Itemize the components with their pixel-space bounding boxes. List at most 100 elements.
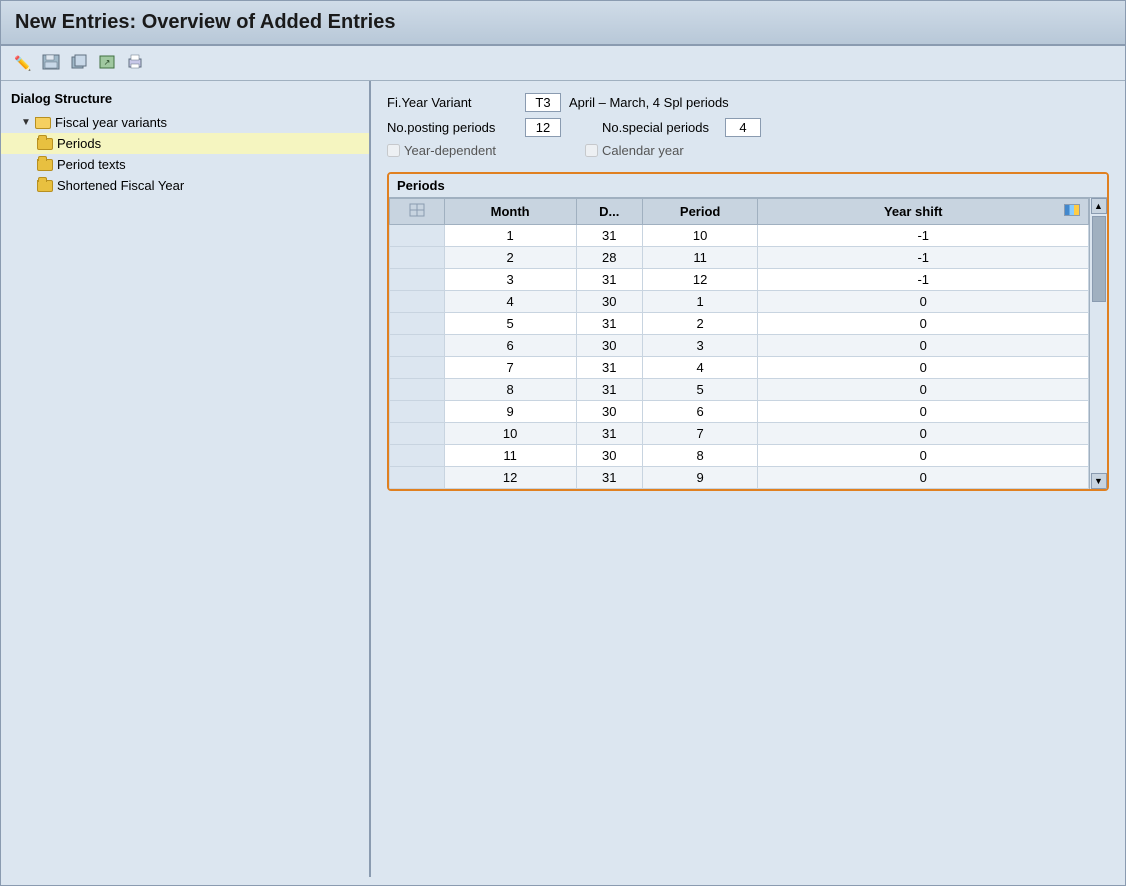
print-button[interactable] bbox=[123, 52, 147, 74]
cell-period: 6 bbox=[642, 401, 758, 423]
row-selector[interactable] bbox=[390, 269, 445, 291]
cell-period: 8 bbox=[642, 445, 758, 467]
row-selector[interactable] bbox=[390, 225, 445, 247]
fi-year-row: Fi.Year Variant T3 April – March, 4 Spl … bbox=[387, 93, 1109, 112]
svg-text:↗: ↗ bbox=[104, 58, 111, 67]
cell-period: 9 bbox=[642, 467, 758, 489]
table-row[interactable]: 103170 bbox=[390, 423, 1089, 445]
main-panel: Fi.Year Variant T3 April – March, 4 Spl … bbox=[371, 81, 1125, 877]
cell-year-shift: 0 bbox=[758, 467, 1089, 489]
sidebar-item-periods[interactable]: Periods bbox=[1, 133, 369, 154]
cell-month: 4 bbox=[444, 291, 576, 313]
cell-day: 30 bbox=[576, 291, 642, 313]
edit-button[interactable]: ✏️ bbox=[11, 52, 35, 74]
periods-table-section: Periods bbox=[387, 172, 1109, 491]
cell-year-shift: 0 bbox=[758, 313, 1089, 335]
checkboxes-row: Year-dependent Calendar year bbox=[387, 143, 1109, 158]
edit-icon: ✏️ bbox=[14, 55, 31, 72]
select-all-header[interactable] bbox=[390, 199, 445, 225]
cell-period: 10 bbox=[642, 225, 758, 247]
sidebar-item-fiscal-year-variants[interactable]: ▼ Fiscal year variants bbox=[1, 112, 369, 133]
calendar-year-label[interactable]: Calendar year bbox=[585, 143, 684, 158]
row-selector[interactable] bbox=[390, 423, 445, 445]
copy-button[interactable] bbox=[67, 52, 91, 74]
table-with-scroll: Month D... Period Year shift bbox=[389, 198, 1107, 489]
cell-year-shift: -1 bbox=[758, 225, 1089, 247]
cell-year-shift: 0 bbox=[758, 379, 1089, 401]
table-row[interactable]: 113080 bbox=[390, 445, 1089, 467]
table-row[interactable]: 22811-1 bbox=[390, 247, 1089, 269]
save-button[interactable] bbox=[39, 52, 63, 74]
toolbar: ✏️ ↗ bbox=[1, 46, 1125, 81]
cell-year-shift: 0 bbox=[758, 445, 1089, 467]
periods-table: Month D... Period Year shift bbox=[389, 198, 1089, 489]
year-dependent-checkbox[interactable] bbox=[387, 144, 400, 157]
sidebar-item-label: Period texts bbox=[57, 157, 126, 172]
fi-year-value: T3 bbox=[525, 93, 561, 112]
cell-period: 11 bbox=[642, 247, 758, 269]
cell-month: 3 bbox=[444, 269, 576, 291]
row-selector[interactable] bbox=[390, 379, 445, 401]
year-shift-header[interactable]: Year shift bbox=[758, 199, 1089, 225]
table-row[interactable]: 93060 bbox=[390, 401, 1089, 423]
table-row[interactable]: 13110-1 bbox=[390, 225, 1089, 247]
table-row[interactable]: 33112-1 bbox=[390, 269, 1089, 291]
cell-year-shift: 0 bbox=[758, 423, 1089, 445]
row-selector[interactable] bbox=[390, 467, 445, 489]
posting-periods-row: No.posting periods 12 No.special periods… bbox=[387, 118, 1109, 137]
row-selector[interactable] bbox=[390, 313, 445, 335]
fi-year-label: Fi.Year Variant bbox=[387, 95, 517, 110]
main-window: New Entries: Overview of Added Entries ✏… bbox=[0, 0, 1126, 886]
content-area: Dialog Structure ▼ Fiscal year variants … bbox=[1, 81, 1125, 877]
cell-period: 5 bbox=[642, 379, 758, 401]
table-row[interactable]: 43010 bbox=[390, 291, 1089, 313]
sidebar-item-label: Fiscal year variants bbox=[55, 115, 167, 130]
save-icon bbox=[42, 54, 60, 73]
cell-day: 31 bbox=[576, 423, 642, 445]
sidebar-item-shortened-fiscal-year[interactable]: Shortened Fiscal Year bbox=[1, 175, 369, 196]
cell-day: 31 bbox=[576, 269, 642, 291]
scroll-down-button[interactable]: ▼ bbox=[1091, 473, 1107, 489]
sidebar: Dialog Structure ▼ Fiscal year variants … bbox=[1, 81, 371, 877]
period-header: Period bbox=[642, 199, 758, 225]
folder-icon bbox=[37, 138, 53, 150]
table-row[interactable]: 123190 bbox=[390, 467, 1089, 489]
cell-year-shift: 0 bbox=[758, 357, 1089, 379]
table-row[interactable]: 83150 bbox=[390, 379, 1089, 401]
sidebar-title: Dialog Structure bbox=[1, 87, 369, 112]
table-row[interactable]: 53120 bbox=[390, 313, 1089, 335]
year-dependent-label[interactable]: Year-dependent bbox=[387, 143, 517, 158]
sidebar-item-period-texts[interactable]: Period texts bbox=[1, 154, 369, 175]
calendar-year-checkbox[interactable] bbox=[585, 144, 598, 157]
cell-day: 31 bbox=[576, 225, 642, 247]
cell-year-shift: 0 bbox=[758, 335, 1089, 357]
month-header: Month bbox=[444, 199, 576, 225]
print-icon bbox=[126, 54, 144, 73]
cell-year-shift: -1 bbox=[758, 247, 1089, 269]
table-header-row: Month D... Period Year shift bbox=[390, 199, 1089, 225]
row-selector[interactable] bbox=[390, 291, 445, 313]
scrollbar[interactable]: ▲ ▼ bbox=[1089, 198, 1107, 489]
cell-day: 31 bbox=[576, 313, 642, 335]
table-header: Periods bbox=[389, 174, 1107, 198]
table-row[interactable]: 63030 bbox=[390, 335, 1089, 357]
folder-icon bbox=[37, 180, 53, 192]
cell-month: 1 bbox=[444, 225, 576, 247]
row-selector[interactable] bbox=[390, 247, 445, 269]
scroll-up-button[interactable]: ▲ bbox=[1091, 198, 1107, 214]
row-selector[interactable] bbox=[390, 357, 445, 379]
cell-day: 28 bbox=[576, 247, 642, 269]
tree-expand-arrow: ▼ bbox=[21, 117, 31, 128]
row-selector[interactable] bbox=[390, 445, 445, 467]
copy-icon bbox=[70, 54, 88, 73]
export-button[interactable]: ↗ bbox=[95, 52, 119, 74]
cell-month: 12 bbox=[444, 467, 576, 489]
cell-year-shift: 0 bbox=[758, 291, 1089, 313]
cell-year-shift: 0 bbox=[758, 401, 1089, 423]
cell-month: 7 bbox=[444, 357, 576, 379]
table-row[interactable]: 73140 bbox=[390, 357, 1089, 379]
row-selector[interactable] bbox=[390, 401, 445, 423]
periods-table-body: 13110-122811-133112-14301053120630307314… bbox=[390, 225, 1089, 489]
row-selector[interactable] bbox=[390, 335, 445, 357]
scroll-thumb[interactable] bbox=[1092, 216, 1106, 302]
